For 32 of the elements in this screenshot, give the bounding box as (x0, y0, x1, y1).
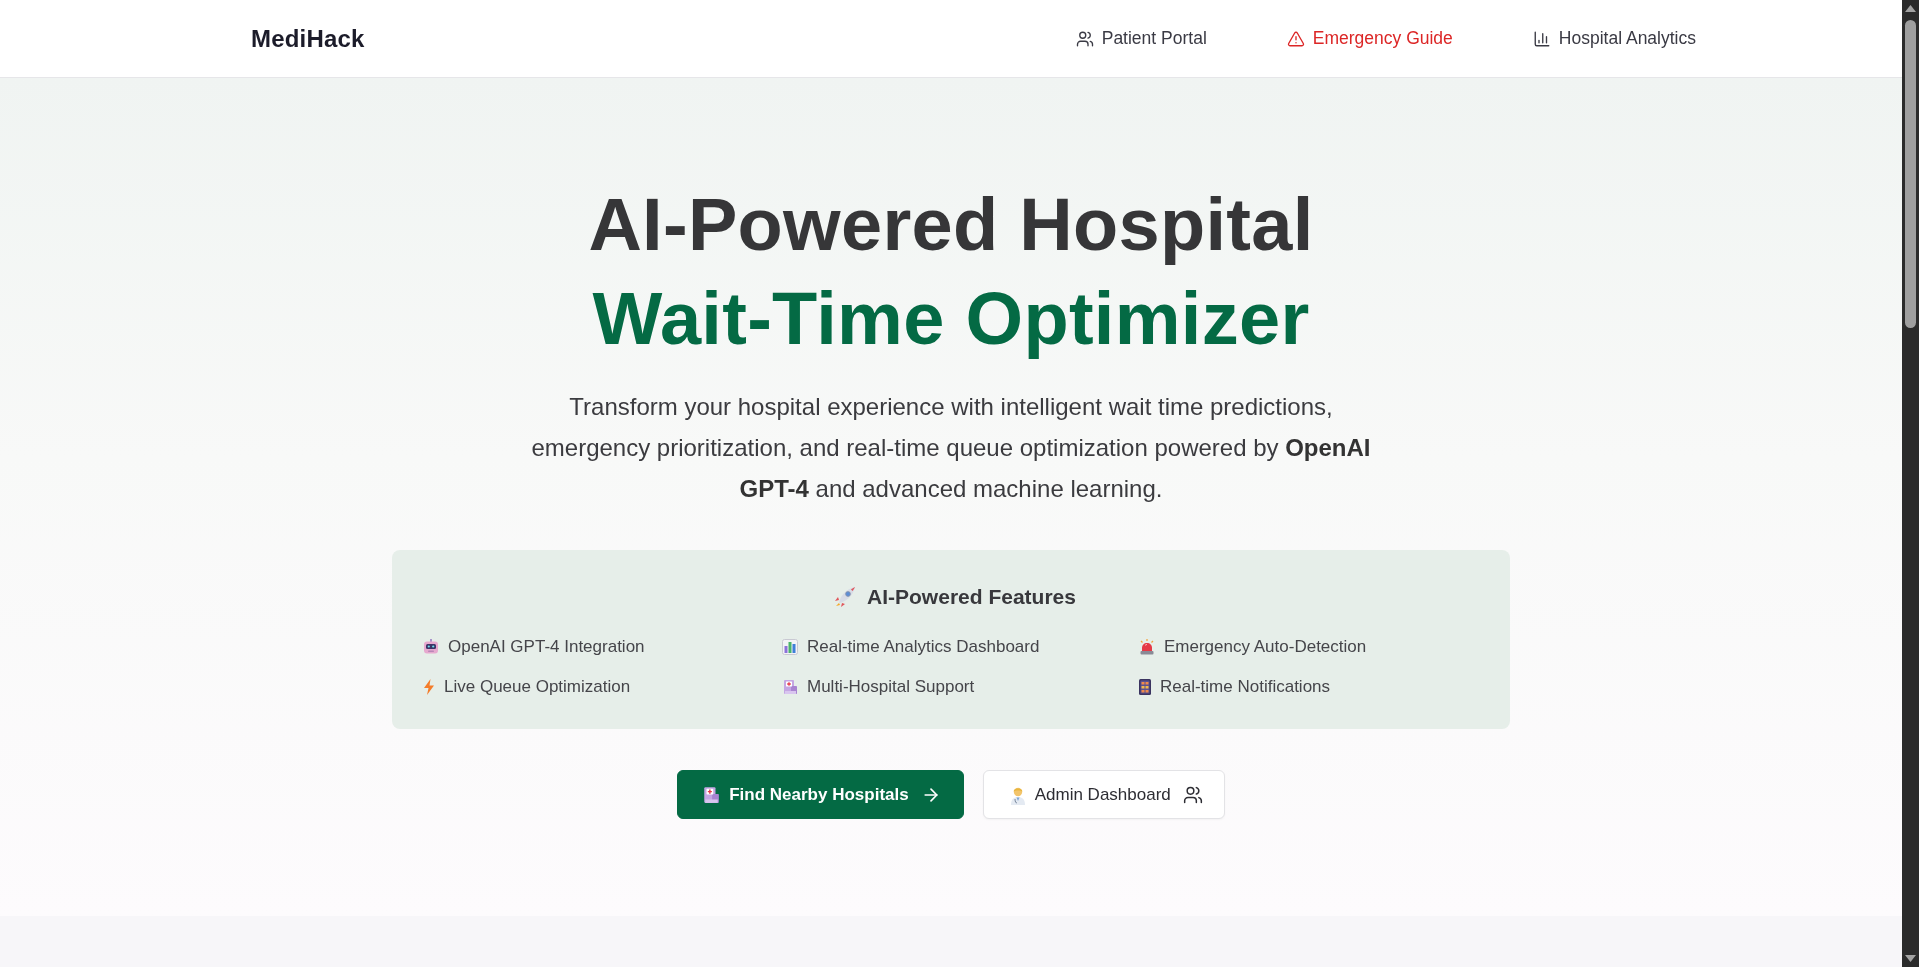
hero-description: Transform your hospital experience with intelligent wait time predictions, emergency prioritization, and real-time queue optimization powered by OpenAI GPT-4 and advanced machine learning. (530, 392, 1372, 504)
feature-label: Real-time Notifications (1160, 677, 1331, 697)
admin-dashboard-button[interactable]: Admin Dashboard (982, 770, 1225, 819)
siren-icon (1139, 639, 1155, 655)
warning-icon (1286, 29, 1305, 48)
features-title: AI-Powered Features (867, 584, 1076, 610)
bar-chart-icon (1532, 29, 1551, 48)
feature-label: OpenAI GPT-4 Integration (448, 637, 645, 657)
feature-label: Multi-Hospital Support (807, 677, 975, 697)
robot-icon (423, 639, 439, 655)
hospital-icon (702, 785, 721, 804)
lightning-icon (423, 679, 435, 695)
nav-link[interactable]: Patient Portal (1075, 28, 1207, 49)
hospital-icon (782, 679, 798, 695)
scrollbar[interactable] (1902, 0, 1919, 967)
hero-title-highlight: Wait-Time Optimizer (592, 276, 1310, 362)
scrollbar-thumb[interactable] (1905, 20, 1916, 328)
rocket-icon (833, 585, 858, 609)
nav-link[interactable]: Hospital Analytics (1532, 28, 1696, 49)
bar-chart-icon (782, 639, 798, 655)
users-icon (1075, 29, 1094, 48)
feature-label: Emergency Auto-Detection (1164, 637, 1367, 657)
feature-label: Live Queue Optimization (444, 677, 631, 697)
hero-title: AI-Powered Hospital (588, 182, 1314, 268)
feature-label: Real-time Analytics Dashboard (807, 637, 1040, 657)
logo[interactable]: MediHack (251, 24, 365, 53)
find-hospitals-button[interactable]: Find Nearby Hospitals (677, 770, 964, 819)
users-icon (1182, 784, 1203, 805)
scroll-up-icon[interactable] (1905, 5, 1916, 12)
nav-link[interactable]: Emergency Guide (1286, 28, 1453, 49)
scroll-down-icon[interactable] (1905, 955, 1916, 962)
phone-icon (1139, 679, 1151, 695)
